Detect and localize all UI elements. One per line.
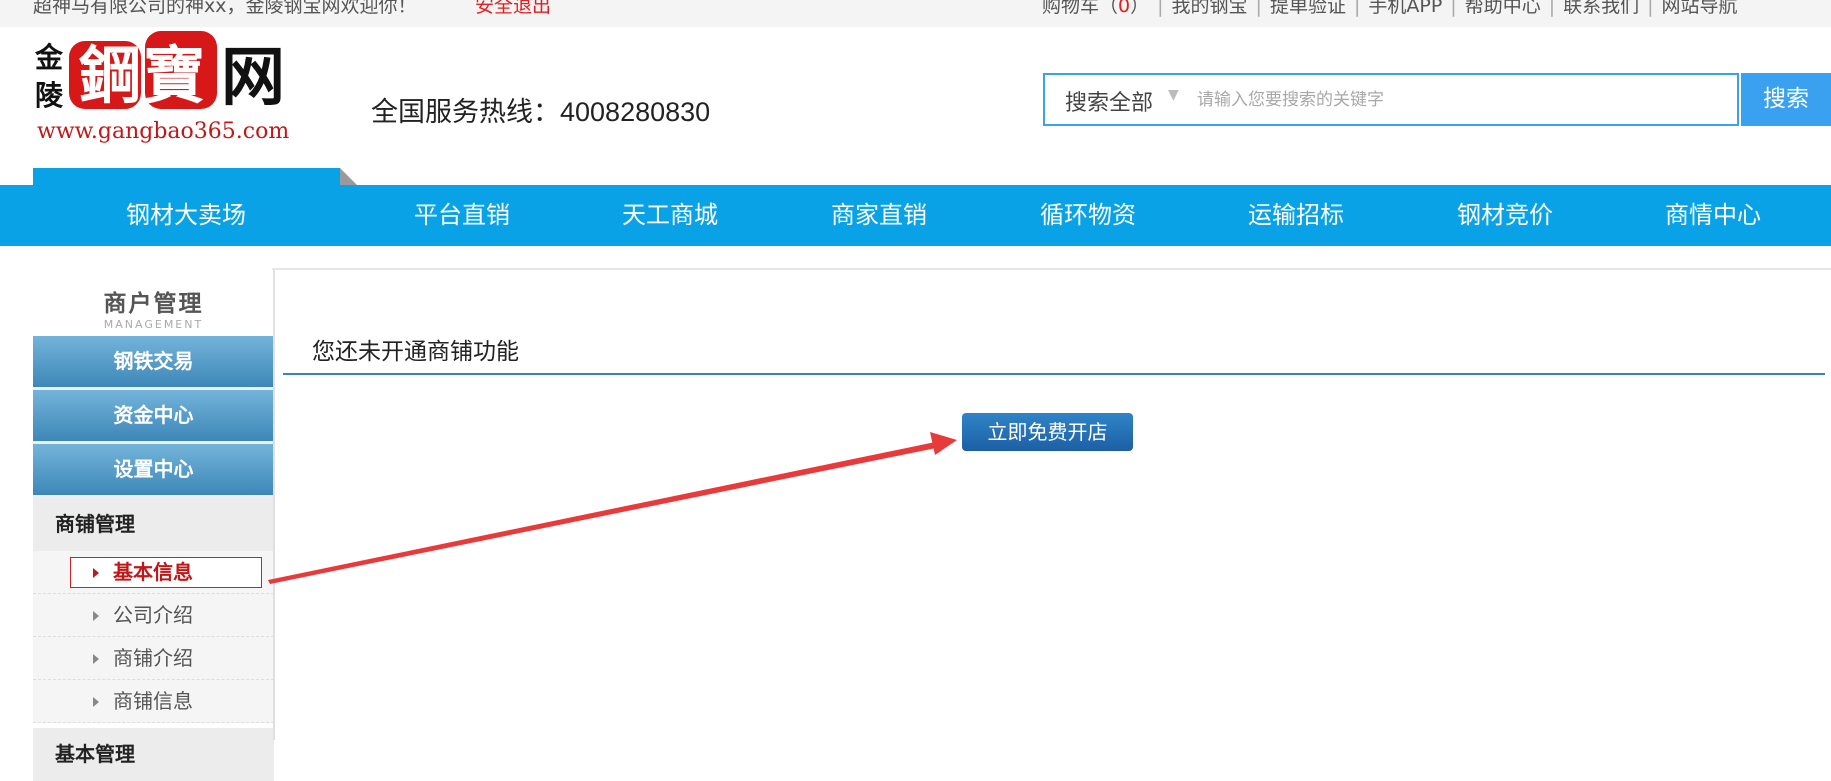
nav-tab-corner [340,168,358,186]
nav-item-steel-market[interactable]: 钢材大卖场 [126,185,246,246]
sidebar-item-label: 基本信息 [113,560,193,584]
hotline-label: 全国服务热线： [371,97,560,128]
caret-right-icon [93,568,99,578]
nav-active-tab [33,168,340,186]
sidebar-section-shop[interactable]: 商铺管理 [33,498,274,551]
nav-item-market-info[interactable]: 商情中心 [1665,185,1761,246]
top-bar: 超神马有限公司的神xx，金陵钢宝网欢迎你！ 安全退出 购物车（0） | 我的钢宝 | 提… [0,0,1831,27]
my-account-link[interactable]: 我的钢宝 [1172,0,1248,17]
cart-link[interactable]: 购物车（0） [1042,0,1149,17]
sidebar-item-label: 商铺信息 [113,689,193,713]
shop-not-open-notice: 您还未开通商铺功能 [312,339,519,365]
logo-main-text: 鋼寶 [79,39,207,112]
main-nav: 钢材大卖场 平台直销 天工商城 商家直销 循环物资 运输招标 钢材竞价 商情中心 [0,185,1831,246]
mobile-app-link[interactable]: 手机APP [1368,0,1442,17]
content-top-divider [272,268,1831,270]
nav-item-merchant-direct[interactable]: 商家直销 [831,185,927,246]
logo-url-text: www.gangbao365.com [37,119,289,144]
chevron-down-icon[interactable]: ▼ [1168,87,1179,103]
cart-count: 0 [1118,0,1131,17]
sidebar: 商户管理 MANAGEMENT 钢铁交易 资金中心 设置中心 商铺管理 基本信息… [33,270,274,781]
sitemap-link[interactable]: 网站导航 [1662,0,1738,17]
sidebar-divider [273,270,275,740]
top-links: 购物车（0） | 我的钢宝 | 提单验证 | 手机APP | 帮助中心 | 联系我们 | 网站导航 [1042,0,1738,18]
sidebar-item-label: 商铺介绍 [113,646,193,670]
sidebar-subtitle: MANAGEMENT [103,318,204,331]
sidebar-item-steel-trade[interactable]: 钢铁交易 [33,336,274,390]
caret-right-icon [93,654,99,664]
service-hotline: 全国服务热线：4008280830 [371,90,710,129]
sidebar-section-basic[interactable]: 基本管理 [33,728,274,781]
open-shop-button[interactable]: 立即免费开店 [962,413,1133,451]
caret-right-icon [93,697,99,707]
sidebar-item-company-intro[interactable]: 公司介绍 [33,594,274,637]
logo-net-text: 网 [221,40,285,115]
pickup-verify-link[interactable]: 提单验证 [1270,0,1346,17]
site-logo[interactable]: 金 陵 鋼寶 网 www.gangbao365.com [33,27,323,147]
nav-item-recycled-materials[interactable]: 循环物资 [1040,185,1136,246]
arrow-shaft [268,440,946,584]
contact-link[interactable]: 联系我们 [1563,0,1639,17]
caret-right-icon [93,611,99,621]
search-button[interactable]: 搜索 [1741,73,1831,126]
logout-link[interactable]: 安全退出 [475,0,551,18]
logo-char-2: 陵 [35,79,64,112]
sidebar-header: 商户管理 MANAGEMENT [33,270,274,336]
notice-underline [283,373,1825,375]
sidebar-item-label: 公司介绍 [113,603,193,627]
nav-item-steel-auction[interactable]: 钢材竞价 [1457,185,1553,246]
sidebar-item-shop-intro[interactable]: 商铺介绍 [33,637,274,680]
search-box: 搜索全部 ▼ [1043,73,1739,126]
help-center-link[interactable]: 帮助中心 [1465,0,1541,17]
nav-item-tiangong-mall[interactable]: 天工商城 [622,185,718,246]
sidebar-title: 商户管理 [103,291,204,317]
welcome-text: 超神马有限公司的神xx，金陵钢宝网欢迎你！ [33,0,417,17]
sidebar-item-shop-info[interactable]: 商铺信息 [33,680,274,723]
sidebar-item-basic-info[interactable]: 基本信息 [33,551,274,594]
search-input[interactable] [1195,83,1719,117]
sidebar-item-settings-center[interactable]: 设置中心 [33,444,274,498]
nav-item-transport-bidding[interactable]: 运输招标 [1248,185,1344,246]
logo-char-1: 金 [34,41,64,74]
sidebar-item-funds-center[interactable]: 资金中心 [33,390,274,444]
arrow-head [930,432,957,455]
search-scope-select[interactable]: 搜索全部 [1065,85,1153,117]
nav-item-platform-direct[interactable]: 平台直销 [414,185,510,246]
hotline-number: 4008280830 [560,97,711,127]
